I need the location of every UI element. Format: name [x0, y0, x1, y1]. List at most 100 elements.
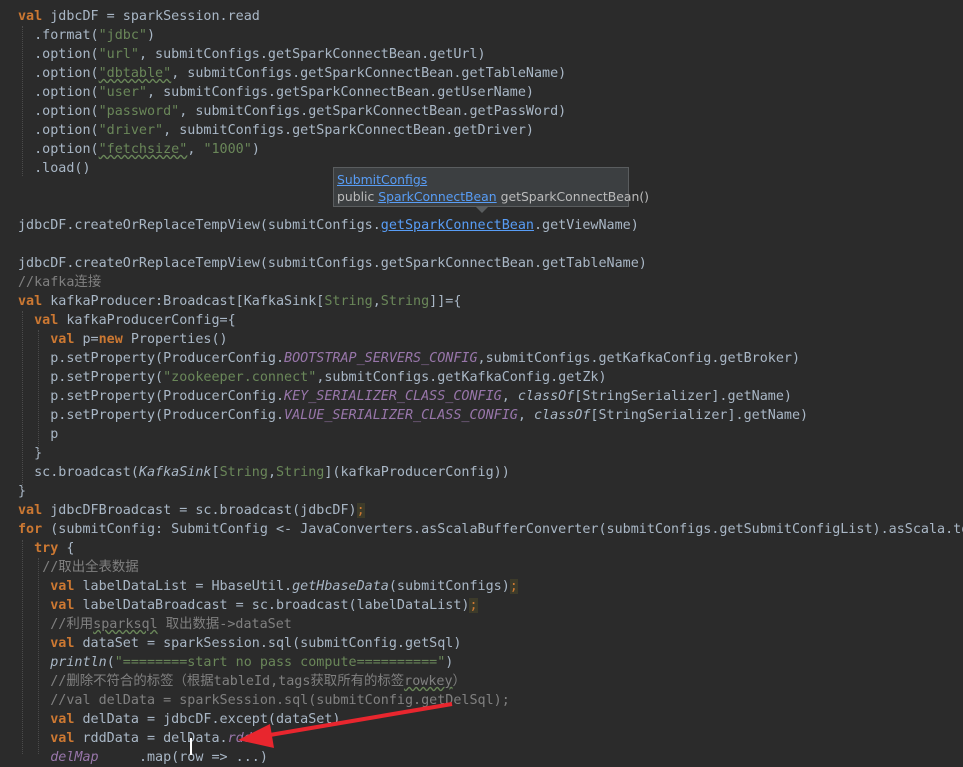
code-token: .load() [18, 161, 91, 176]
code-line[interactable]: .option("user", submitConfigs.getSparkCo… [18, 83, 534, 102]
code-token: BOOTSTRAP_SERVERS_CONFIG [284, 351, 478, 366]
code-token: , submitConfigs.getSparkConnectBean.getU… [138, 47, 486, 62]
code-token: val [18, 9, 43, 24]
code-token: String [380, 294, 430, 309]
code-line[interactable]: val jdbcDFBroadcast = sc.broadcast(jdbcD… [18, 501, 365, 520]
code-line[interactable]: //val delData = sparkSession.sql(submitC… [18, 691, 510, 710]
code-line[interactable]: jdbcDF.createOrReplaceTempView(submitCon… [18, 254, 647, 273]
code-token: , [267, 465, 276, 480]
code-line[interactable]: //利用sparksql 取出数据->dataSet [18, 615, 292, 634]
code-token: getHbaseData [292, 579, 389, 594]
code-token: VALUE_SERIALIZER_CLASS_CONFIG [284, 408, 518, 423]
code-token: val [50, 579, 75, 594]
code-line[interactable]: .option("dbtable", submitConfigs.getSpar… [18, 64, 566, 83]
code-token: delData = jdbcDF.except(dataSet) [74, 712, 341, 727]
code-token: { [58, 541, 75, 556]
code-token: , submitConfigs.getSparkConnectBean.getT… [171, 66, 567, 81]
code-token: ; [356, 503, 365, 518]
code-line[interactable]: .option("password", submitConfigs.getSpa… [18, 102, 566, 121]
code-token: "url" [98, 47, 139, 62]
code-token: String [324, 294, 373, 309]
code-line[interactable]: .format("jdbc") [18, 26, 155, 45]
code-line[interactable]: sc.broadcast(KafkaSink[String,String](ka… [18, 463, 510, 482]
code-line[interactable]: val labelDataBroadcast = sc.broadcast(la… [18, 596, 478, 615]
code-token: jdbcDF = sparkSession.read [42, 9, 260, 24]
code-token: jdbcDF.createOrReplaceTempView(submitCon… [18, 256, 647, 271]
code-token: 取出数据->dataSet [157, 617, 292, 632]
code-token: , [372, 294, 381, 309]
tooltip-type-link[interactable]: SparkConnectBean [378, 189, 496, 204]
code-token: jdbcDF.createOrReplaceTempView(submitCon… [18, 218, 381, 233]
code-token: "user" [98, 85, 147, 100]
code-line[interactable]: println("========start no pass compute==… [18, 653, 453, 672]
code-token: .option( [18, 66, 99, 81]
code-token: val [50, 636, 75, 651]
code-token: //利用 [50, 617, 94, 632]
code-token: String [276, 465, 325, 480]
code-token: , submitConfigs.getSparkConnectBean.getP… [179, 104, 567, 119]
code-token: "dbtable" [98, 66, 172, 81]
code-token: .getViewName) [533, 218, 639, 233]
code-line[interactable]: val dataSet = sparkSession.sql(submitCon… [18, 634, 461, 653]
code-token: p.setProperty(ProducerConfig. [18, 351, 285, 366]
code-token: , submitConfigs.getSparkConnectBean.getU… [147, 85, 534, 100]
code-token: .option( [18, 123, 99, 138]
code-token: //val delData = sparkSession.sql(submitC… [50, 693, 510, 708]
code-line[interactable]: val labelDataList = HbaseUtil.getHbaseDa… [18, 577, 518, 596]
code-token: //删除不符合的标签（根据tableId,tags获取所有的标签 [50, 674, 405, 689]
code-token: for [18, 522, 43, 537]
code-token: println [50, 655, 107, 670]
tooltip-class-link[interactable]: SubmitConfigs [337, 172, 427, 187]
code-line[interactable]: //取出全表数据 [18, 558, 139, 577]
code-token: [ [211, 465, 220, 480]
code-line[interactable]: //kafka连接 [18, 273, 101, 292]
code-token: .option( [18, 142, 99, 157]
code-token: val [50, 332, 75, 347]
code-token: rowkey [404, 674, 453, 689]
code-token: ) [251, 142, 260, 157]
code-token: [StringSerializer].getName) [590, 408, 809, 423]
code-line[interactable]: val kafkaProducerConfig={ [18, 311, 236, 330]
code-token: kafkaProducerConfig={ [58, 313, 236, 328]
code-line[interactable]: val jdbcDF = sparkSession.read [18, 7, 260, 26]
code-token: "jdbc" [98, 28, 147, 43]
code-line[interactable]: val p=new Properties() [18, 330, 227, 349]
code-line[interactable]: p.setProperty(ProducerConfig.KEY_SERIALI… [18, 387, 792, 406]
code-token: getSparkConnectBean [380, 218, 534, 233]
code-line[interactable]: .option("driver", submitConfigs.getSpark… [18, 121, 534, 140]
code-line[interactable]: p.setProperty(ProducerConfig.VALUE_SERIA… [18, 406, 808, 425]
code-line[interactable]: //删除不符合的标签（根据tableId,tags获取所有的标签rowkey） [18, 672, 466, 691]
code-token: val [50, 731, 75, 746]
code-token: //取出全表数据 [42, 560, 139, 575]
code-line[interactable]: try { [18, 539, 74, 558]
code-token: dataSet = sparkSession.sql(submitConfig.… [74, 636, 462, 651]
code-token: "driver" [98, 123, 164, 138]
code-line[interactable]: .option("url", submitConfigs.getSparkCon… [18, 45, 486, 64]
indent-guide [38, 330, 39, 452]
code-line[interactable]: p.setProperty("zookeeper.connect",submit… [18, 368, 607, 387]
code-line[interactable]: .option("fetchsize", "1000") [18, 140, 260, 159]
code-token: ,submitConfigs.getKafkaConfig.getZk) [316, 370, 607, 385]
code-token: val [18, 503, 43, 518]
code-token: .option( [18, 47, 99, 62]
code-line[interactable]: delMap .map(row => ...) [18, 748, 268, 767]
code-token: "========start no pass compute==========… [114, 655, 446, 670]
code-line[interactable]: jdbcDF.createOrReplaceTempView(submitCon… [18, 216, 639, 235]
code-token: ]]={ [429, 294, 462, 309]
code-token: val [18, 294, 43, 309]
code-line[interactable]: .load() [18, 159, 91, 178]
code-line[interactable]: val rddData = delData.rdd [18, 729, 252, 748]
code-line[interactable]: for (submitConfig: SubmitConfig <- JavaC… [18, 520, 963, 539]
indent-guide [38, 558, 39, 754]
code-line[interactable]: val delData = jdbcDF.except(dataSet) [18, 710, 340, 729]
code-token: ,submitConfigs.getKafkaConfig.getBroker) [477, 351, 801, 366]
code-token: p.setProperty( [18, 370, 164, 385]
code-token: String [219, 465, 268, 480]
code-line[interactable]: p.setProperty(ProducerConfig.BOOTSTRAP_S… [18, 349, 800, 368]
code-token: .format( [18, 28, 99, 43]
tooltip-pointer [475, 206, 489, 213]
code-token: //kafka连接 [18, 275, 102, 290]
code-token: ) [445, 655, 454, 670]
code-line[interactable]: val kafkaProducer:Broadcast[KafkaSink[St… [18, 292, 461, 311]
